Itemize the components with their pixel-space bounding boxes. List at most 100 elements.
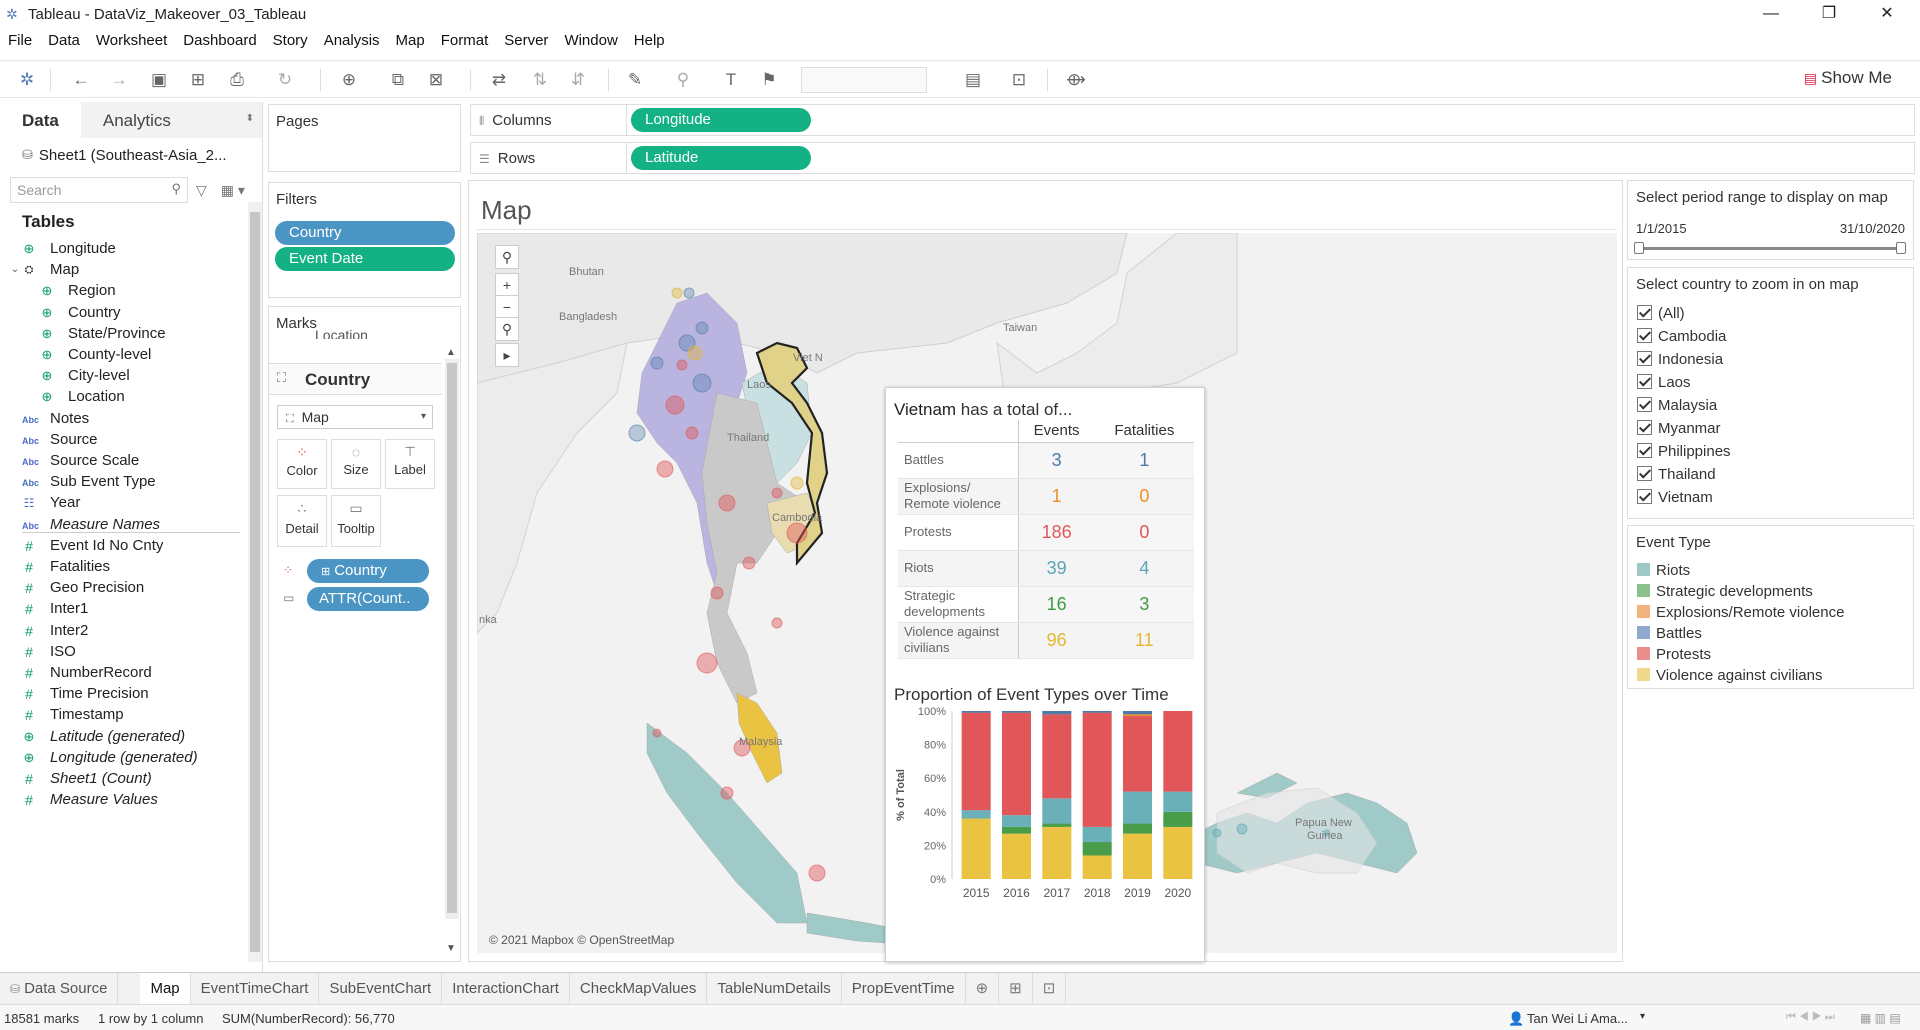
show-me-button[interactable]: ▤ Show Me: [1804, 68, 1892, 88]
tab-menu-icon[interactable]: ⬍: [246, 113, 254, 124]
sheet-tab-map[interactable]: Map: [140, 972, 191, 1005]
scroll-up-icon[interactable]: ▲: [446, 347, 456, 358]
sheet-tab-tablenumdetails[interactable]: TableNumDetails: [707, 972, 842, 1005]
menu-server[interactable]: Server: [496, 30, 556, 54]
new-dashboard-icon[interactable]: ⊞: [999, 972, 1033, 1005]
country-checkbox-thailand[interactable]: Thailand: [1637, 463, 1716, 486]
menu-map[interactable]: Map: [388, 30, 433, 54]
tab-data-source[interactable]: ⛁ Data Source: [0, 972, 119, 1005]
menu-file[interactable]: File: [0, 30, 40, 54]
clear-sheet-icon[interactable]: ⊠: [423, 67, 449, 93]
menu-window[interactable]: Window: [556, 30, 625, 54]
sheet-navigation-icon[interactable]: ⏮ ◀ ▶ ⏭: [1786, 1011, 1835, 1024]
menu-format[interactable]: Format: [433, 30, 497, 54]
close-button[interactable]: ✕: [1858, 0, 1916, 28]
swap-rows-columns-icon[interactable]: ⇄: [486, 67, 512, 93]
show-cards-icon[interactable]: ▤: [960, 67, 986, 93]
sheet-tab-propeventtime[interactable]: PropEventTime: [842, 972, 966, 1005]
new-sheet-icon[interactable]: ⊕: [336, 67, 362, 93]
columns-shelf[interactable]: ⦀ Columns Longitude: [470, 104, 1915, 136]
checkbox-checked-icon[interactable]: [1637, 466, 1652, 481]
filter-fields-icon[interactable]: ▽: [196, 182, 207, 199]
search-input[interactable]: Search ⚲: [10, 177, 188, 203]
pause-updates-icon[interactable]: ⎙: [224, 67, 250, 93]
tableau-home-icon[interactable]: ✲: [14, 67, 40, 93]
sheet-sorter-icon[interactable]: ▦ ▥ ▤: [1860, 1011, 1901, 1025]
marks-pill-country[interactable]: ⊞ Country: [307, 559, 429, 583]
country-checkbox-cambodia[interactable]: Cambodia: [1637, 325, 1726, 348]
period-slider-start-handle[interactable]: [1634, 242, 1644, 254]
save-icon[interactable]: ▣: [146, 67, 172, 93]
detail-button[interactable]: ∴ Detail: [277, 495, 327, 547]
country-checkbox-all[interactable]: (All): [1637, 302, 1685, 325]
checkbox-checked-icon[interactable]: [1637, 305, 1652, 320]
data-source-item[interactable]: ⛁ Sheet1 (Southeast-Asia_2...: [0, 138, 262, 172]
map-tools-expand-icon[interactable]: ▸: [495, 343, 519, 367]
marks-layer[interactable]: ⛶ Country: [269, 363, 442, 395]
zoom-out-button[interactable]: −: [495, 295, 519, 319]
size-button[interactable]: ◌ Size: [331, 439, 381, 489]
sort-descending-icon[interactable]: ⇵: [565, 67, 591, 93]
data-pane-scrollbar[interactable]: [248, 202, 262, 962]
status-user[interactable]: Tan Wei Li Ama...: [1527, 1011, 1628, 1026]
refresh-icon[interactable]: ↻: [272, 67, 298, 93]
period-slider-end-handle[interactable]: [1896, 242, 1906, 254]
show-mark-labels-icon[interactable]: T: [718, 67, 744, 93]
legend-item[interactable]: Violence against civilians: [1637, 665, 1823, 686]
country-checkbox-philippines[interactable]: Philippines: [1637, 440, 1731, 463]
sheet-tab-subeventchart[interactable]: SubEventChart: [319, 972, 443, 1005]
tab-data[interactable]: Data: [0, 102, 81, 138]
filter-pill-country[interactable]: Country: [275, 221, 455, 245]
country-checkbox-malaysia[interactable]: Malaysia: [1637, 394, 1717, 417]
fix-axes-icon[interactable]: ⚑: [756, 67, 782, 93]
sheet-tab-eventtimechart[interactable]: EventTimeChart: [191, 972, 320, 1005]
view-options-icon[interactable]: ▦ ▾: [221, 182, 245, 199]
duplicate-sheet-icon[interactable]: ⧉: [385, 67, 411, 93]
fit-dropdown[interactable]: [801, 67, 927, 93]
menu-dashboard[interactable]: Dashboard: [175, 30, 264, 54]
menu-worksheet[interactable]: Worksheet: [88, 30, 175, 54]
minimize-button[interactable]: —: [1742, 0, 1800, 28]
checkbox-checked-icon[interactable]: [1637, 397, 1652, 412]
checkbox-checked-icon[interactable]: [1637, 443, 1652, 458]
tab-analytics[interactable]: Analytics ⬍: [80, 102, 262, 138]
color-button[interactable]: ⁘ Color: [277, 439, 327, 489]
mark-type-dropdown[interactable]: ⛶ Map ▾: [277, 405, 433, 429]
menu-analysis[interactable]: Analysis: [316, 30, 388, 54]
legend-item[interactable]: Protests: [1637, 644, 1711, 665]
user-dropdown-icon[interactable]: ▾: [1640, 1011, 1645, 1022]
country-checkbox-vietnam[interactable]: Vietnam: [1637, 486, 1713, 509]
rows-shelf[interactable]: ☰ Rows Latitude: [470, 142, 1915, 174]
new-datasource-icon[interactable]: ⊞: [185, 67, 211, 93]
maximize-button[interactable]: ❐: [1800, 0, 1858, 28]
marks-scrollbar[interactable]: [445, 359, 459, 919]
presentation-mode-icon[interactable]: ⊡: [1006, 67, 1032, 93]
country-checkbox-myanmar[interactable]: Myanmar: [1637, 417, 1721, 440]
sheet-tab-checkmapvalues[interactable]: CheckMapValues: [570, 972, 708, 1005]
menu-help[interactable]: Help: [626, 30, 673, 54]
legend-item[interactable]: Strategic developments: [1637, 581, 1813, 602]
legend-item[interactable]: Battles: [1637, 623, 1702, 644]
country-checkbox-laos[interactable]: Laos: [1637, 371, 1691, 394]
zoom-in-button[interactable]: +: [495, 273, 519, 297]
tooltip-button[interactable]: ▭ Tooltip: [331, 495, 381, 547]
menu-story[interactable]: Story: [265, 30, 316, 54]
country-checkbox-indonesia[interactable]: Indonesia: [1637, 348, 1723, 371]
sort-ascending-icon[interactable]: ⇅: [527, 67, 553, 93]
redo-icon[interactable]: →: [106, 67, 132, 93]
group-members-icon[interactable]: ⚲: [670, 67, 696, 93]
marks-pill-attr-count[interactable]: ATTR(Count..: [307, 587, 429, 611]
pages-shelf[interactable]: Pages: [268, 104, 461, 172]
checkbox-checked-icon[interactable]: [1637, 328, 1652, 343]
columns-pill-longitude[interactable]: Longitude: [631, 108, 811, 132]
legend-item[interactable]: Riots: [1637, 560, 1690, 581]
scroll-down-icon[interactable]: ▼: [446, 943, 456, 954]
checkbox-checked-icon[interactable]: [1637, 374, 1652, 389]
checkbox-checked-icon[interactable]: [1637, 489, 1652, 504]
undo-icon[interactable]: ←: [68, 67, 94, 93]
map-search-icon[interactable]: ⚲: [495, 245, 519, 269]
collapse-icon[interactable]: ⌄: [8, 257, 22, 283]
legend-item[interactable]: Explosions/Remote violence: [1637, 602, 1844, 623]
label-button[interactable]: ⊤ Label: [385, 439, 435, 489]
filter-pill-event-date[interactable]: Event Date: [275, 247, 455, 271]
